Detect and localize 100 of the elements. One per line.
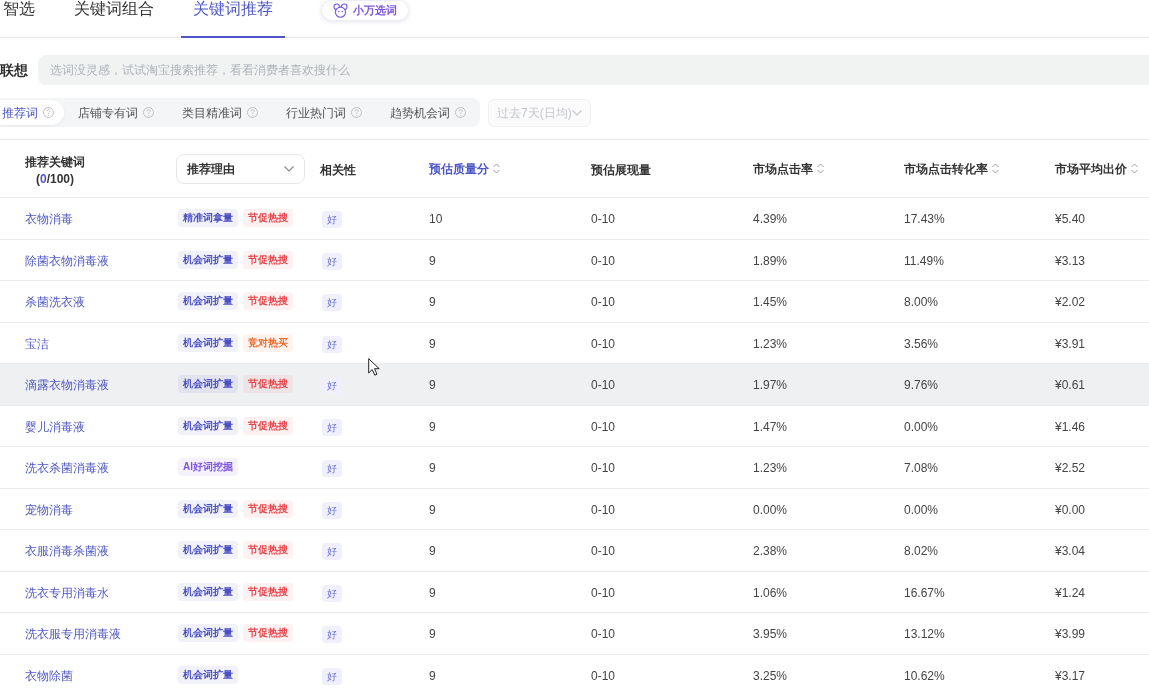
table-cell: 17.43%	[904, 212, 945, 227]
reason-tag: 节促热搜	[243, 416, 293, 435]
help-icon	[247, 107, 258, 118]
filter-tab[interactable]: 店铺专有词	[64, 100, 168, 125]
table-cell: 1.23%	[753, 336, 788, 351]
reason-select[interactable]: 推荐理由	[176, 153, 305, 184]
sort-icon[interactable]	[1131, 163, 1138, 174]
keyword-link[interactable]: 洗衣杀菌消毒液	[25, 461, 109, 476]
table-cell: 8.00%	[904, 295, 939, 310]
table-cell: 9	[429, 336, 436, 351]
reason-tag: 机会词扩量	[178, 250, 238, 269]
tab[interactable]: 关键词组合	[62, 0, 166, 38]
keyword-link[interactable]: 衣物除菌	[25, 668, 73, 683]
table-cell: 9.76%	[904, 378, 939, 393]
column-header[interactable]: 市场点击率	[753, 159, 813, 178]
table-cell: 10	[429, 212, 443, 227]
filter-tab[interactable]: 趋势机会词	[376, 100, 480, 125]
table-cell: 9	[429, 461, 436, 476]
reason-tag: 竞对热买	[243, 333, 293, 352]
table-cell: 3.56%	[904, 336, 939, 351]
filter-tab[interactable]: 推荐词	[0, 100, 64, 125]
table-cell: 1.06%	[753, 585, 788, 600]
table-cell: 9	[429, 585, 436, 600]
relevance-tag: 好	[322, 626, 342, 644]
caret-icon	[284, 165, 294, 172]
table-cell: 1.89%	[753, 253, 788, 268]
table-cell: 0-10	[591, 253, 616, 268]
relevance-tag: 好	[322, 460, 342, 478]
keyword-link[interactable]: 衣服消毒杀菌液	[25, 544, 109, 559]
table-cell: 9	[429, 253, 436, 268]
table-cell: 0-10	[591, 544, 616, 559]
table-cell: ¥2.02	[1055, 295, 1086, 310]
filter-tab[interactable]: 行业热门词	[272, 100, 376, 125]
keyword-link[interactable]: 滴露衣物消毒液	[25, 378, 109, 393]
keyword-link[interactable]: 洗衣专用消毒水	[25, 585, 109, 600]
table-cell: 9	[429, 627, 436, 642]
table-cell: 0.00%	[753, 502, 788, 517]
reason-tag: 节促热搜	[243, 541, 293, 560]
search-field[interactable]: 选词没灵感，试试淘宝搜索推荐，看看消费者喜欢搜什么	[38, 55, 1149, 85]
column-header[interactable]: 预估质量分	[429, 159, 489, 178]
assistant-button[interactable]: 小万选词	[321, 0, 409, 21]
reason-tag: 机会词扩量	[178, 541, 238, 560]
table-cell: 1.23%	[753, 461, 788, 476]
table-cell: 9	[429, 502, 436, 517]
keyword-link[interactable]: 杀菌洗衣液	[25, 295, 85, 310]
reason-tag: 节促热搜	[243, 499, 293, 518]
reason-tag: 机会词扩量	[178, 292, 238, 311]
keyword-link[interactable]: 洗衣服专用消毒液	[25, 627, 121, 642]
reason-tag: 节促热搜	[243, 582, 293, 601]
sort-icon[interactable]	[817, 163, 824, 174]
table-cell: 9	[429, 419, 436, 434]
search-label: 联想	[0, 60, 29, 80]
table-cell: 1.47%	[753, 419, 788, 434]
table-cell: 0.00%	[904, 419, 939, 434]
cursor-icon	[368, 358, 380, 376]
table-cell: 4.39%	[753, 212, 788, 227]
table-cell: 0-10	[591, 295, 616, 310]
table-cell: 7.08%	[904, 461, 939, 476]
filter-tab[interactable]: 类目精准词	[168, 100, 272, 125]
table-cell: 8.02%	[904, 544, 939, 559]
table-cell: 1.97%	[753, 378, 788, 393]
table-cell: ¥3.04	[1055, 544, 1086, 559]
table-cell: 9	[429, 668, 436, 683]
sort-icon[interactable]	[493, 163, 500, 174]
reason-tag: AI好词挖掘	[178, 458, 238, 477]
keyword-link[interactable]: 宝洁	[25, 336, 49, 351]
help-icon	[143, 107, 154, 118]
table-cell: ¥3.17	[1055, 668, 1086, 683]
column-header[interactable]: 市场平均出价	[1055, 159, 1127, 178]
sort-icon[interactable]	[992, 163, 999, 174]
help-icon	[43, 107, 54, 118]
table-cell: ¥1.24	[1055, 585, 1086, 600]
column-header: 相关性	[320, 162, 356, 177]
table-cell: 0-10	[591, 336, 616, 351]
relevance-tag: 好	[322, 501, 342, 519]
help-icon	[455, 107, 466, 118]
table-cell: 0-10	[591, 461, 616, 476]
animal-face-icon	[333, 3, 348, 18]
keyword-link[interactable]: 衣物消毒	[25, 212, 73, 227]
tab[interactable]: 智选	[0, 0, 47, 38]
relevance-tag: 好	[322, 252, 342, 270]
keyword-link[interactable]: 除菌衣物消毒液	[25, 253, 109, 268]
table-cell: ¥5.40	[1055, 212, 1086, 227]
table-cell: 0.00%	[904, 502, 939, 517]
table-cell: ¥3.91	[1055, 336, 1086, 351]
relevance-tag: 好	[322, 335, 342, 353]
reason-tag: 机会词扩量	[178, 665, 238, 684]
reason-tag: 机会词扩量	[178, 499, 238, 518]
reason-tag: 节促热搜	[243, 250, 293, 269]
keyword-link[interactable]: 婴儿消毒液	[25, 419, 85, 434]
table-cell: ¥3.99	[1055, 627, 1086, 642]
table-cell: 1.45%	[753, 295, 788, 310]
reason-tag: 机会词扩量	[178, 416, 238, 435]
table-cell: 10.62%	[904, 668, 945, 683]
keyword-link[interactable]: 宠物消毒	[25, 502, 73, 517]
table-cell: 11.49%	[904, 253, 944, 268]
table-row[interactable]: 滴露衣物消毒液 机会词扩量 节促热搜 好 9 0-10 1.97% 9.76% ¥0.61	[0, 364, 1149, 406]
tab[interactable]: 关键词推荐	[181, 0, 285, 38]
table-cell: ¥1.46	[1055, 419, 1086, 434]
column-header[interactable]: 市场点击转化率	[904, 159, 988, 178]
